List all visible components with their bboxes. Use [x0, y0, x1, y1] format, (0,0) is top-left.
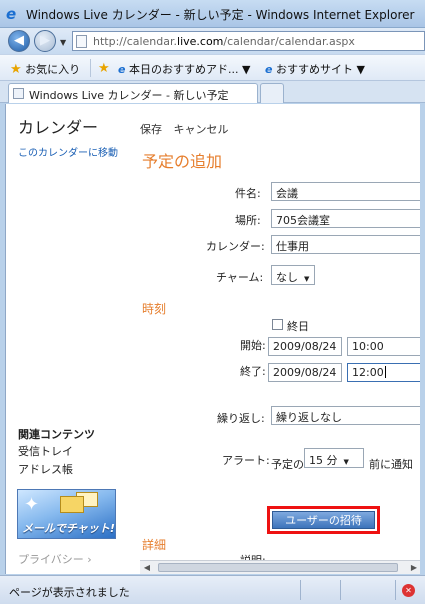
- protected-mode-icon[interactable]: ✕: [402, 584, 415, 597]
- calendar-label: カレンダー:: [206, 240, 265, 253]
- chat-banner-text: メールでチャット!: [22, 522, 115, 535]
- new-tab-button[interactable]: [260, 83, 284, 103]
- messenger-logo-icon: ✦: [24, 494, 40, 515]
- repeat-select[interactable]: 繰り返しなし: [271, 406, 420, 425]
- favorites-star-icon: ★: [10, 62, 22, 77]
- charm-select[interactable]: なし ▼: [271, 265, 315, 285]
- start-time-field[interactable]: 10:00: [347, 337, 420, 356]
- tab-label: Windows Live カレンダー - 新しい予定: [29, 89, 229, 102]
- calendar-select[interactable]: 仕事用: [271, 235, 420, 254]
- separator: [340, 580, 341, 600]
- alert-suffix: 前に通知: [369, 458, 413, 471]
- tab-calendar[interactable]: Windows Live カレンダー - 新しい予定: [8, 83, 258, 103]
- subject-label: 件名:: [235, 187, 261, 200]
- scroll-left-icon[interactable]: ◀: [140, 561, 154, 574]
- alert-label: アラート:: [222, 454, 270, 467]
- invite-highlight: ユーザーの招待: [267, 506, 380, 534]
- suggested-sites-link[interactable]: e おすすめサイト ▼: [265, 61, 365, 77]
- mail-chat-banner[interactable]: ✦ メールでチャット!: [17, 489, 116, 539]
- forward-button[interactable]: ▶: [34, 30, 56, 52]
- horizontal-scrollbar[interactable]: ◀ ▶: [140, 560, 420, 574]
- title-bar: e Windows Live カレンダー - 新しい予定 - Windows I…: [0, 0, 425, 28]
- status-text: ページが表示されました: [9, 586, 130, 599]
- all-day-checkbox[interactable]: [272, 319, 283, 330]
- event-form: 保存 キャンセル 予定の追加 件名: 会議 場所: 705会議室 カレンダー: …: [140, 104, 420, 574]
- invite-users-button[interactable]: ユーザーの招待: [272, 511, 375, 529]
- address-bar[interactable]: http://calendar.live.com/calendar/calend…: [72, 31, 425, 51]
- recommend-link[interactable]: e 本日のおすすめアド... ▼: [118, 61, 250, 77]
- location-label: 場所:: [235, 214, 261, 227]
- address-url[interactable]: http://calendar.live.com/calendar/calend…: [93, 35, 355, 48]
- separator: [300, 580, 301, 600]
- details-section-heading: 詳細: [142, 538, 167, 552]
- ie-icon: e: [118, 63, 126, 76]
- end-time-field[interactable]: 12:00: [347, 363, 420, 382]
- page-icon: [13, 88, 24, 99]
- location-field[interactable]: 705会議室: [271, 209, 420, 228]
- related-content-heading: 関連コンテンツ: [18, 428, 95, 441]
- alert-select[interactable]: 15 分 ▼: [304, 448, 364, 468]
- charm-label: チャーム:: [216, 271, 264, 284]
- status-bar: ページが表示されました ✕: [0, 575, 425, 604]
- chevron-down-icon: ▼: [343, 458, 349, 466]
- time-section-heading: 時刻: [142, 302, 167, 316]
- end-label: 終了:: [240, 365, 266, 378]
- repeat-label: 繰り返し:: [217, 412, 265, 425]
- chevron-down-icon: ▼: [304, 275, 310, 283]
- favorites-bar: ★ お気に入り ★ e 本日のおすすめアド... ▼ e おすすめサイト ▼: [0, 54, 425, 81]
- ie-logo-icon: e: [6, 5, 17, 23]
- privacy-link[interactable]: プライバシー ›: [18, 551, 92, 567]
- start-date-field[interactable]: 2009/08/24: [268, 337, 342, 356]
- text-cursor: [384, 366, 386, 378]
- page-icon: [76, 35, 87, 48]
- navigation-bar: ◀ ▶ ▼ http://calendar.live.com/calendar/…: [0, 28, 425, 54]
- address-book-link[interactable]: アドレス帳: [18, 461, 73, 477]
- separator: [90, 59, 91, 77]
- scroll-right-icon[interactable]: ▶: [407, 561, 420, 574]
- ie-icon: e: [265, 63, 273, 76]
- all-day-label: 終日: [287, 320, 309, 333]
- move-to-calendar-link[interactable]: このカレンダーに移動: [18, 144, 118, 159]
- page-title: 予定の追加: [142, 152, 223, 171]
- scroll-thumb[interactable]: [158, 563, 398, 572]
- sidebar: カレンダー このカレンダーに移動 関連コンテンツ 受信トレイ アドレス帳 ✦ メ…: [6, 104, 136, 574]
- form-toolbar: 保存 キャンセル: [140, 121, 237, 137]
- cancel-button[interactable]: キャンセル: [174, 123, 229, 136]
- page-content: カレンダー このカレンダーに移動 関連コンテンツ 受信トレイ アドレス帳 ✦ メ…: [5, 104, 420, 574]
- separator: [395, 580, 396, 600]
- add-favorite-icon[interactable]: ★: [98, 61, 110, 76]
- mail-icon: [60, 496, 84, 513]
- start-label: 開始:: [240, 339, 266, 352]
- save-button[interactable]: 保存: [140, 123, 162, 136]
- subject-field[interactable]: 会議: [271, 182, 420, 201]
- calendar-title: カレンダー: [18, 118, 99, 137]
- back-button[interactable]: ◀: [8, 30, 30, 52]
- history-dropdown-icon[interactable]: ▼: [60, 38, 66, 47]
- tab-bar: Windows Live カレンダー - 新しい予定: [0, 81, 425, 103]
- window-title: Windows Live カレンダー - 新しい予定 - Windows Int…: [26, 8, 415, 22]
- end-date-field[interactable]: 2009/08/24: [268, 363, 342, 382]
- inbox-link[interactable]: 受信トレイ: [18, 443, 73, 459]
- favorites-button[interactable]: ★ お気に入り: [10, 61, 80, 77]
- chevron-right-icon: ›: [87, 553, 92, 566]
- alert-prefix: 予定の: [271, 458, 304, 471]
